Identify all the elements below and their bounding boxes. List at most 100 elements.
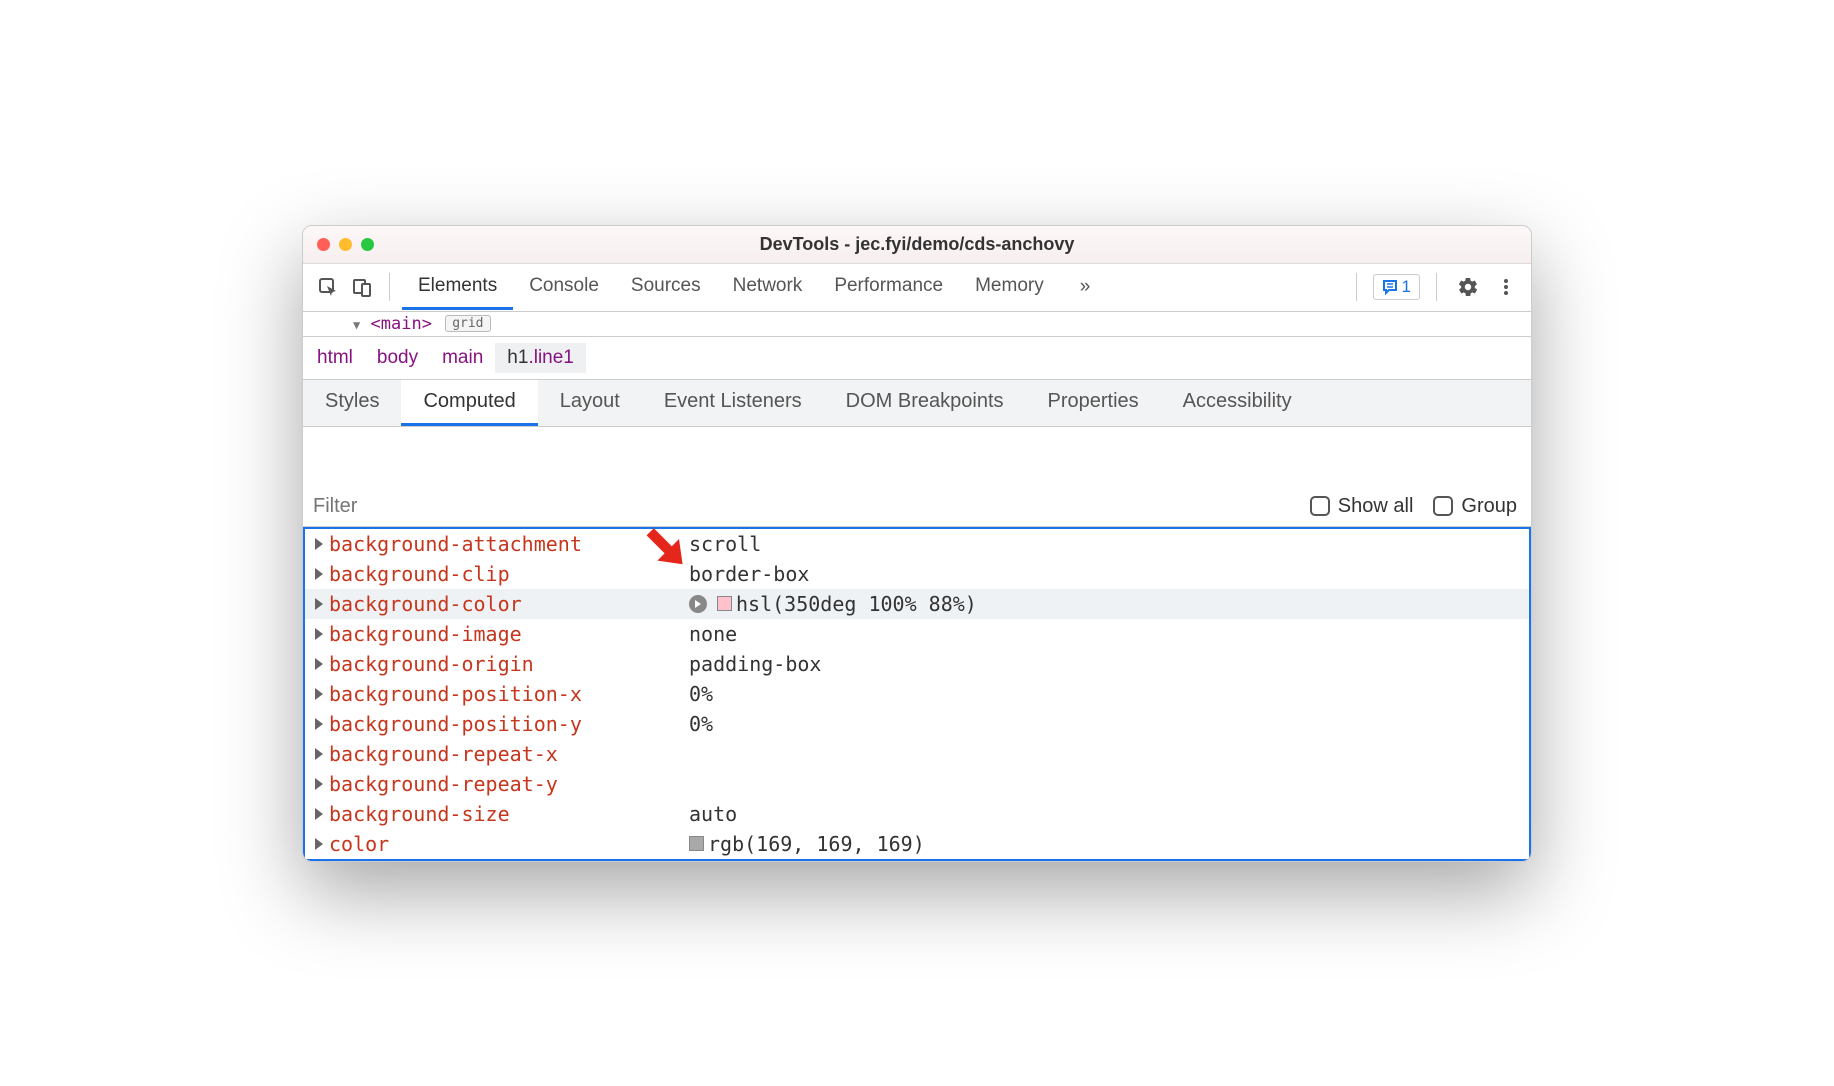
property-row[interactable]: background-originpadding-box: [305, 649, 1529, 679]
tab-overflow[interactable]: »: [1064, 266, 1107, 308]
property-name: background-size: [329, 799, 689, 829]
computed-panel: background-attachmentscrollbackground-cl…: [303, 527, 1531, 861]
property-value: none: [689, 619, 737, 649]
crumb-body[interactable]: body: [365, 343, 430, 373]
subtab-properties[interactable]: Properties: [1026, 380, 1161, 426]
group-checkbox[interactable]: Group: [1433, 495, 1517, 518]
property-value-text: border-box: [689, 559, 809, 589]
color-swatch[interactable]: [689, 836, 704, 851]
tab-performance[interactable]: Performance: [818, 265, 959, 310]
property-value-text: auto: [689, 799, 737, 829]
goto-source-icon[interactable]: [689, 595, 707, 613]
dom-peek[interactable]: ▼ <main> grid: [303, 312, 1531, 337]
checkbox-icon: [1310, 496, 1330, 516]
property-value-text: 0%: [689, 709, 713, 739]
subtab-dom-breakpoints[interactable]: DOM Breakpoints: [824, 380, 1026, 426]
chat-icon: [1382, 279, 1398, 295]
checkbox-icon: [1433, 496, 1453, 516]
property-value-text: 0%: [689, 679, 713, 709]
property-row[interactable]: background-attachmentscroll: [305, 529, 1529, 559]
main-tabs: ElementsConsoleSourcesNetworkPerformance…: [402, 265, 1060, 310]
maximize-icon[interactable]: [361, 238, 374, 251]
issues-badge[interactable]: 1: [1373, 274, 1420, 300]
property-value: padding-box: [689, 649, 821, 679]
subtab-accessibility[interactable]: Accessibility: [1161, 380, 1314, 426]
subtab-layout[interactable]: Layout: [538, 380, 642, 426]
property-value-text: scroll: [689, 529, 761, 559]
subtab-styles[interactable]: Styles: [303, 380, 401, 426]
property-value: border-box: [689, 559, 809, 589]
tab-elements[interactable]: Elements: [402, 265, 513, 310]
property-value: hsl(350deg 100% 88%): [689, 589, 977, 619]
expand-icon[interactable]: [315, 718, 323, 730]
property-name: background-origin: [329, 649, 689, 679]
property-value: 0%: [689, 709, 713, 739]
expand-icon[interactable]: [315, 598, 323, 610]
expand-icon[interactable]: [315, 808, 323, 820]
expand-icon[interactable]: [315, 748, 323, 760]
property-row[interactable]: background-sizeauto: [305, 799, 1529, 829]
issues-count: 1: [1402, 277, 1411, 297]
toolbar-divider: [389, 273, 390, 301]
expand-icon[interactable]: [315, 628, 323, 640]
property-row[interactable]: background-repeat-y: [305, 769, 1529, 799]
toolbar-divider: [1356, 273, 1357, 301]
property-row[interactable]: background-imagenone: [305, 619, 1529, 649]
minimize-icon[interactable]: [339, 238, 352, 251]
expand-icon[interactable]: [315, 538, 323, 550]
tab-sources[interactable]: Sources: [615, 265, 717, 310]
property-value-text: hsl(350deg 100% 88%): [736, 589, 977, 619]
main-toolbar: ElementsConsoleSourcesNetworkPerformance…: [303, 264, 1531, 312]
subtab-computed[interactable]: Computed: [401, 380, 537, 426]
inspect-icon[interactable]: [313, 272, 343, 302]
property-row[interactable]: background-repeat-x: [305, 739, 1529, 769]
subtab-event-listeners[interactable]: Event Listeners: [642, 380, 824, 426]
show-all-checkbox[interactable]: Show all: [1310, 495, 1414, 518]
window-title: DevTools - jec.fyi/demo/cds-anchovy: [303, 234, 1531, 255]
property-row[interactable]: color rgb(169, 169, 169): [305, 829, 1529, 859]
toolbar-divider: [1436, 273, 1437, 301]
toolbar-right: 1: [1348, 272, 1521, 302]
property-value-text: padding-box: [689, 649, 821, 679]
property-value-text: rgb(169, 169, 169): [708, 829, 925, 859]
property-value: rgb(169, 169, 169): [689, 829, 925, 859]
property-name: color: [329, 829, 689, 859]
filter-input[interactable]: [313, 495, 578, 518]
kebab-menu-icon[interactable]: [1491, 272, 1521, 302]
property-name: background-repeat-y: [329, 769, 689, 799]
property-name: background-position-y: [329, 709, 689, 739]
breadcrumb: htmlbodymainh1.line1: [303, 337, 1531, 380]
tab-network[interactable]: Network: [717, 265, 819, 310]
expand-icon[interactable]: [315, 778, 323, 790]
close-icon[interactable]: [317, 238, 330, 251]
property-value: auto: [689, 799, 737, 829]
gear-icon[interactable]: [1453, 272, 1483, 302]
grid-badge[interactable]: grid: [445, 315, 490, 332]
property-name: background-clip: [329, 559, 689, 589]
property-name: background-attachment: [329, 529, 689, 559]
expand-icon[interactable]: [315, 838, 323, 850]
tab-memory[interactable]: Memory: [959, 265, 1060, 310]
expand-icon[interactable]: [315, 658, 323, 670]
expand-icon[interactable]: [315, 688, 323, 700]
property-row[interactable]: background-position-x0%: [305, 679, 1529, 709]
titlebar: DevTools - jec.fyi/demo/cds-anchovy: [303, 226, 1531, 264]
crumb-html[interactable]: html: [305, 343, 365, 373]
crumb-main[interactable]: main: [430, 343, 495, 373]
collapse-arrow-icon: ▼: [353, 318, 360, 332]
filter-bar: Show all Group: [303, 427, 1531, 527]
property-row[interactable]: background-position-y0%: [305, 709, 1529, 739]
crumb-h1-line1[interactable]: h1.line1: [495, 343, 586, 373]
property-row[interactable]: background-color hsl(350deg 100% 88%): [305, 589, 1529, 619]
property-row[interactable]: background-clipborder-box: [305, 559, 1529, 589]
tab-console[interactable]: Console: [513, 265, 615, 310]
expand-icon[interactable]: [315, 568, 323, 580]
property-name: background-repeat-x: [329, 739, 689, 769]
property-value: scroll: [689, 529, 761, 559]
color-swatch[interactable]: [717, 596, 732, 611]
property-value-text: none: [689, 619, 737, 649]
traffic-lights: [303, 238, 374, 251]
property-name: background-color: [329, 589, 689, 619]
device-toggle-icon[interactable]: [347, 272, 377, 302]
dom-peek-tagname: main: [381, 314, 422, 334]
